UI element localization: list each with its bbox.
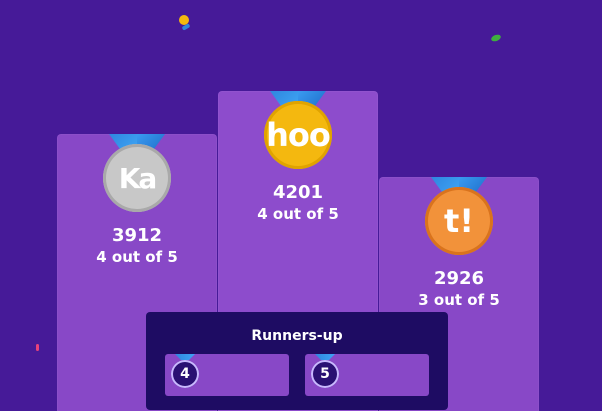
runners-up-title: Runners-up [251, 328, 343, 344]
bronze-medal-icon: t! [425, 187, 493, 255]
silver-medal-icon: Ka [103, 144, 171, 212]
medal-logo-text: hoo [266, 116, 331, 154]
rank-number: 5 [320, 366, 330, 382]
confetti-piece [490, 33, 502, 43]
rank-badge: 4 [171, 360, 199, 388]
podium-stage: Ka 3912 4 out of 5 hoo 4201 4 out of 5 t… [0, 0, 602, 411]
rank-badge: 5 [311, 360, 339, 388]
correct-count-third: 3 out of 5 [418, 291, 500, 309]
score-first: 4201 [272, 182, 324, 203]
rank-number: 4 [180, 366, 190, 382]
correct-count-first: 4 out of 5 [257, 205, 339, 223]
runner-up-card-4[interactable]: 4 [165, 354, 289, 396]
confetti-piece [36, 344, 39, 351]
correct-count-second: 4 out of 5 [96, 248, 178, 266]
gold-medal-icon: hoo [264, 101, 332, 169]
score-second: 3912 [111, 225, 163, 246]
runner-up-card-5[interactable]: 5 [305, 354, 429, 396]
medal-logo-text: Ka [118, 161, 158, 195]
medal-logo-text: t! [444, 202, 474, 240]
score-third: 2926 [433, 268, 485, 289]
runners-up-panel: Runners-up 4 5 [146, 312, 448, 410]
